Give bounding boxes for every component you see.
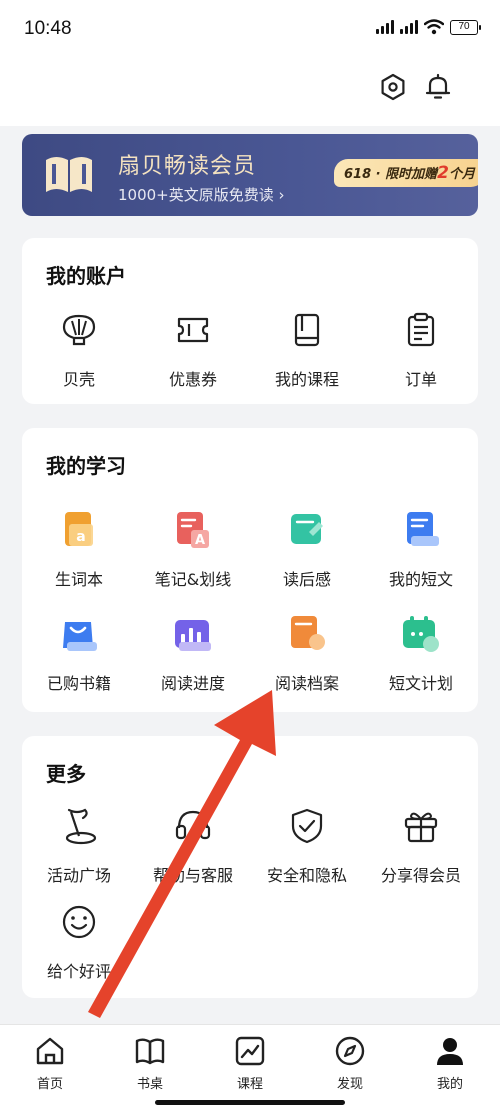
account-item-shells[interactable]: 贝壳 bbox=[22, 310, 136, 390]
account-item-label: 贝壳 bbox=[62, 370, 95, 389]
flag-icon bbox=[65, 808, 97, 845]
promo-suffix: 个月 bbox=[448, 167, 475, 182]
more-card: 更多 活动广场 帮助与客服 安全和隐私 分享得会员 给个好评 bbox=[22, 736, 478, 998]
account-item-coupons[interactable]: 优惠券 bbox=[136, 310, 250, 390]
study-item-label: 阅读档案 bbox=[274, 674, 339, 693]
account-item-label: 订单 bbox=[404, 370, 437, 389]
nav-mine[interactable]: 我的 bbox=[400, 1035, 500, 1092]
nav-desk[interactable]: 书桌 bbox=[100, 1035, 200, 1092]
nav-label: 首页 bbox=[36, 1077, 63, 1092]
more-item-rate[interactable]: 给个好评 bbox=[22, 902, 136, 982]
order-clipboard-icon bbox=[407, 312, 435, 347]
study-item-label: 我的短文 bbox=[388, 570, 453, 589]
nav-label: 发现 bbox=[336, 1077, 363, 1092]
nav-courses[interactable]: 课程 bbox=[200, 1035, 300, 1092]
study-item-notes[interactable]: A 笔记&划线 bbox=[136, 510, 250, 590]
plan-calendar-icon bbox=[403, 616, 439, 652]
study-item-essays[interactable]: 我的短文 bbox=[364, 510, 478, 590]
study-item-progress[interactable]: 阅读进度 bbox=[136, 614, 250, 694]
gift-icon bbox=[404, 812, 438, 843]
cellular-signal-2-icon bbox=[400, 20, 418, 34]
progress-chart-icon bbox=[175, 620, 211, 651]
purchased-bag-icon bbox=[63, 622, 97, 651]
study-item-label: 阅读进度 bbox=[160, 674, 225, 693]
shield-check-icon bbox=[291, 808, 323, 844]
more-item-security[interactable]: 安全和隐私 bbox=[250, 806, 364, 886]
more-title: 更多 bbox=[46, 762, 86, 786]
more-item-activities[interactable]: 活动广场 bbox=[22, 806, 136, 886]
notes-icon: A bbox=[177, 512, 209, 548]
nav-label: 书桌 bbox=[136, 1077, 163, 1092]
account-item-orders[interactable]: 订单 bbox=[364, 310, 478, 390]
smile-icon bbox=[62, 905, 96, 939]
study-item-review[interactable]: 读后感 bbox=[250, 510, 364, 590]
review-icon bbox=[291, 514, 323, 544]
status-icons: 70 bbox=[376, 19, 481, 35]
svg-text:A: A bbox=[195, 533, 205, 548]
archive-icon bbox=[291, 616, 325, 650]
vip-promo-badge: 618 · 限时加赠2个月 bbox=[334, 159, 478, 187]
vip-title: 扇贝畅读会员 bbox=[118, 154, 257, 179]
promo-prefix: 618 · 限时加赠 bbox=[344, 167, 438, 182]
vip-membership-banner[interactable]: 扇贝畅读会员 1000+英文原版免费读 › 618 · 限时加赠2个月 bbox=[22, 134, 478, 216]
study-item-label: 读后感 bbox=[282, 570, 331, 589]
headset-icon bbox=[175, 810, 211, 840]
nav-label: 课程 bbox=[236, 1077, 263, 1092]
status-bar: 10:48 70 bbox=[0, 0, 500, 62]
bell-icon[interactable] bbox=[423, 72, 453, 102]
more-item-label: 安全和隐私 bbox=[266, 866, 347, 885]
wifi-icon bbox=[424, 19, 444, 35]
study-item-plan[interactable]: 短文计划 bbox=[364, 614, 478, 694]
coupon-icon bbox=[177, 317, 209, 343]
more-item-label: 给个好评 bbox=[46, 962, 111, 981]
study-item-archive[interactable]: 阅读档案 bbox=[250, 614, 364, 694]
shell-icon bbox=[62, 314, 96, 346]
more-item-share[interactable]: 分享得会员 bbox=[364, 806, 478, 886]
study-card: 我的学习 a 生词本 A 笔记&划线 读后感 我的短文 已购书籍 阅读进度 阅读… bbox=[22, 428, 478, 712]
svg-text:a: a bbox=[76, 529, 85, 545]
more-item-help[interactable]: 帮助与客服 bbox=[136, 806, 250, 886]
battery-indicator: 70 bbox=[450, 19, 481, 35]
essay-icon bbox=[407, 512, 439, 546]
vip-subtitle: 1000+英文原版免费读 › bbox=[118, 186, 285, 204]
cellular-signal-icon bbox=[376, 20, 394, 34]
chart-square-icon bbox=[235, 1036, 265, 1066]
compass-icon bbox=[335, 1036, 365, 1066]
vocab-book-icon: a bbox=[65, 512, 93, 546]
account-title: 我的账户 bbox=[46, 264, 126, 288]
nav-discover[interactable]: 发现 bbox=[300, 1035, 400, 1092]
study-item-purchased[interactable]: 已购书籍 bbox=[22, 614, 136, 694]
top-bar bbox=[0, 62, 500, 126]
account-card: 我的账户 贝壳 优惠券 我的课程 订单 bbox=[22, 238, 478, 404]
study-item-label: 笔记&划线 bbox=[154, 570, 232, 589]
more-item-label: 活动广场 bbox=[46, 866, 111, 885]
course-book-icon bbox=[294, 313, 320, 347]
open-book-logo-icon bbox=[46, 157, 92, 192]
status-time: 10:48 bbox=[24, 18, 72, 39]
nav-home[interactable]: 首页 bbox=[0, 1035, 100, 1092]
settings-hexagon-icon[interactable] bbox=[378, 72, 408, 102]
more-item-label: 帮助与客服 bbox=[152, 866, 233, 885]
account-item-label: 优惠券 bbox=[168, 370, 217, 389]
home-icon bbox=[36, 1037, 64, 1065]
user-icon bbox=[437, 1038, 463, 1065]
home-indicator bbox=[155, 1100, 345, 1105]
promo-number: 2 bbox=[437, 163, 449, 183]
study-item-label: 短文计划 bbox=[388, 674, 453, 693]
open-book-icon bbox=[135, 1038, 165, 1065]
account-item-label: 我的课程 bbox=[274, 370, 339, 389]
more-item-label: 分享得会员 bbox=[380, 866, 461, 885]
study-item-label: 生词本 bbox=[54, 570, 103, 589]
study-title: 我的学习 bbox=[46, 454, 126, 478]
nav-label: 我的 bbox=[436, 1077, 463, 1092]
study-item-label: 已购书籍 bbox=[46, 674, 111, 693]
account-item-courses[interactable]: 我的课程 bbox=[250, 310, 364, 390]
study-item-vocab[interactable]: a 生词本 bbox=[22, 510, 136, 590]
